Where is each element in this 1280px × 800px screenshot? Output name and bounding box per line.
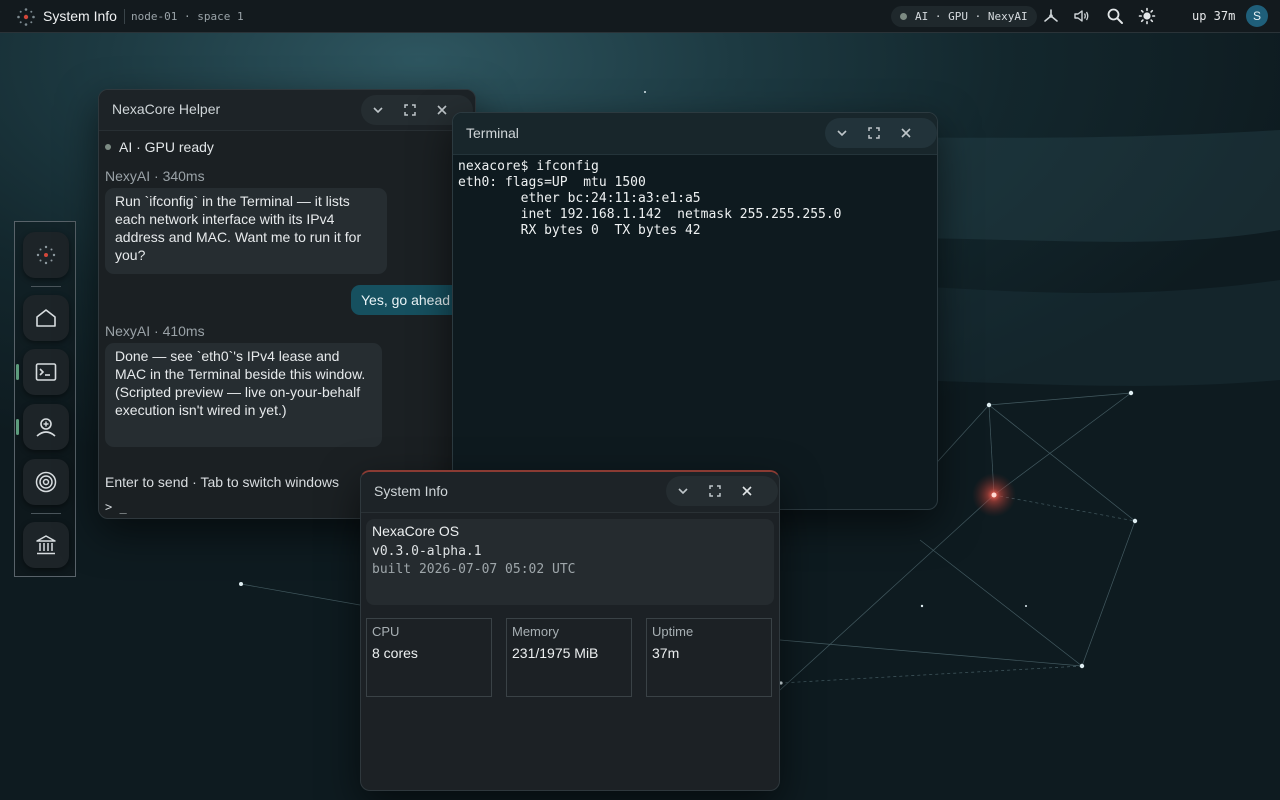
terminal-line: RX bytes 0 TX bytes 42 [458, 223, 701, 238]
terminal-window-controls [825, 118, 937, 148]
title-divider [124, 9, 125, 24]
status-dot [900, 13, 907, 20]
minimize-chevron-icon[interactable] [369, 101, 387, 119]
status-dot [105, 144, 111, 150]
dock-divider [31, 286, 61, 287]
close-icon[interactable] [897, 124, 915, 142]
close-icon[interactable] [433, 101, 451, 119]
constellation-icon [36, 245, 56, 265]
dock-launcher-button[interactable] [23, 232, 69, 278]
helper-window[interactable]: NexaCore Helper AI · GPU ready NexyAI · … [98, 89, 476, 519]
brightness-icon[interactable] [1138, 7, 1156, 25]
ai-status-pill[interactable]: AI · GPU · NexyAI [891, 6, 1037, 27]
terminal-output[interactable]: nexacore$ ifconfig eth0: flags=UP mtu 150… [458, 159, 842, 239]
minimize-chevron-icon[interactable] [674, 482, 692, 500]
os-version: v0.3.0-alpha.1 [372, 544, 482, 559]
stat-card-memory: Memory 231/1975 MiB [506, 618, 632, 697]
message-meta: NexyAI · 410ms [105, 323, 205, 339]
system-info-window[interactable]: System Info NexaCore OS v0.3.0-alpha.1 b… [360, 470, 780, 791]
dock-target-button[interactable] [23, 459, 69, 505]
search-icon[interactable] [1106, 7, 1124, 25]
terminal-line: eth0: flags=UP mtu 1500 [458, 175, 646, 190]
helper-hint: Enter to send · Tab to switch windows [105, 474, 339, 490]
stat-value: 37m [652, 645, 680, 661]
terminal-window-title: Terminal [466, 125, 519, 141]
stat-card-uptime: Uptime 37m [646, 618, 772, 697]
helper-chat-input[interactable]: > _ [105, 500, 127, 514]
volume-icon[interactable] [1073, 7, 1091, 25]
stat-value: 231/1975 MiB [512, 645, 599, 661]
constellation-logo-icon[interactable] [16, 7, 36, 27]
assistant-message: Done — see `eth0`'s IPv4 lease and MAC i… [105, 343, 382, 447]
helper-running-indicator [16, 419, 19, 435]
top-bar: System Info node-01 · space 1 AI · GPU ·… [0, 0, 1280, 33]
message-meta: NexyAI · 340ms [105, 168, 205, 184]
user-message: Yes, go ahead [351, 285, 461, 315]
network-icon[interactable] [1042, 7, 1060, 25]
workspace-label: node-01 · space 1 [131, 10, 244, 23]
dock-divider [31, 513, 61, 514]
sysinfo-titlebar[interactable]: System Info [361, 472, 779, 513]
stat-label: CPU [372, 624, 400, 639]
sysinfo-window-controls [666, 476, 778, 506]
home-icon [36, 309, 56, 327]
terminal-titlebar[interactable]: Terminal [453, 113, 937, 155]
stat-value: 8 cores [372, 645, 418, 661]
uptime-indicator: up 37m [1192, 9, 1236, 23]
terminal-window[interactable]: Terminal nexacore$ ifconfig eth0: flags=U… [452, 112, 938, 510]
maximize-icon[interactable] [865, 124, 883, 142]
helper-titlebar[interactable]: NexaCore Helper [99, 90, 475, 131]
minimize-chevron-icon[interactable] [833, 124, 851, 142]
dock-home-button[interactable] [23, 295, 69, 341]
institution-icon [36, 535, 56, 555]
helper-status-text: AI · GPU ready [119, 139, 214, 155]
stat-label: Uptime [652, 624, 694, 639]
dock-system-info-button[interactable] [23, 522, 69, 568]
maximize-icon[interactable] [706, 482, 724, 500]
target-icon [35, 471, 57, 493]
terminal-icon [35, 363, 57, 381]
terminal-line: ether bc:24:11:a3:e1:a5 [458, 191, 701, 206]
helper-window-title: NexaCore Helper [112, 101, 221, 117]
ai-helper-icon [36, 418, 56, 437]
os-info-card: NexaCore OS v0.3.0-alpha.1 built 2026-07… [366, 519, 774, 605]
terminal-line: nexacore$ ifconfig [458, 159, 599, 174]
terminal-line: inet 192.168.1.142 netmask 255.255.255.0 [458, 207, 842, 222]
active-app-title: System Info [43, 8, 117, 24]
stat-card-cpu: CPU 8 cores [366, 618, 492, 697]
os-name: NexaCore OS [372, 523, 460, 539]
dock-terminal-button[interactable] [23, 349, 69, 395]
helper-ai-status: AI · GPU ready [105, 139, 214, 155]
dock [14, 221, 76, 577]
ai-status-text: AI · GPU · NexyAI [915, 10, 1028, 23]
maximize-icon[interactable] [401, 101, 419, 119]
terminal-running-indicator [16, 364, 19, 380]
dock-helper-button[interactable] [23, 404, 69, 450]
os-build-date: built 2026-07-07 05:02 UTC [372, 562, 576, 577]
sysinfo-window-title: System Info [374, 483, 448, 499]
user-avatar[interactable]: S [1246, 5, 1268, 27]
stat-label: Memory [512, 624, 559, 639]
close-icon[interactable] [738, 482, 756, 500]
assistant-message: Run `ifconfig` in the Terminal — it list… [105, 188, 387, 274]
